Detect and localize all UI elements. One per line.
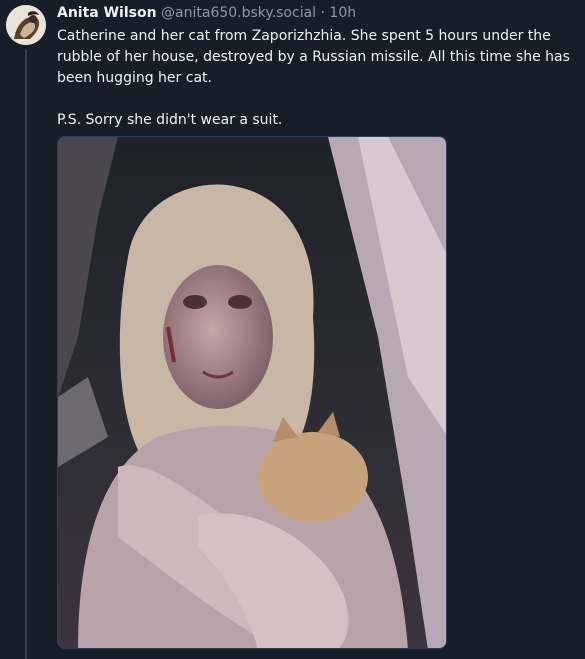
post-image[interactable] (57, 136, 447, 649)
post-text: Catherine and her cat from Zaporizhzhia.… (57, 26, 577, 131)
post-timestamp[interactable]: 10h (329, 5, 356, 21)
post-text-paragraph: Catherine and her cat from Zaporizhzhia.… (57, 28, 570, 86)
avatar[interactable] (6, 5, 46, 45)
post[interactable]: Anita Wilson @anita650.bsky.social · 10h… (0, 0, 585, 659)
post-meta: Anita Wilson @anita650.bsky.social · 10h (57, 4, 577, 22)
avatar-image (6, 5, 46, 45)
post-content: Anita Wilson @anita650.bsky.social · 10h… (57, 4, 577, 131)
post-text-paragraph: P.S. Sorry she didn't wear a suit. (57, 112, 283, 128)
meta-separator: · (320, 5, 325, 21)
thread-line (25, 50, 27, 659)
author-handle[interactable]: @anita650.bsky.social (161, 5, 316, 21)
photo (58, 137, 446, 648)
author-name[interactable]: Anita Wilson (57, 5, 157, 21)
